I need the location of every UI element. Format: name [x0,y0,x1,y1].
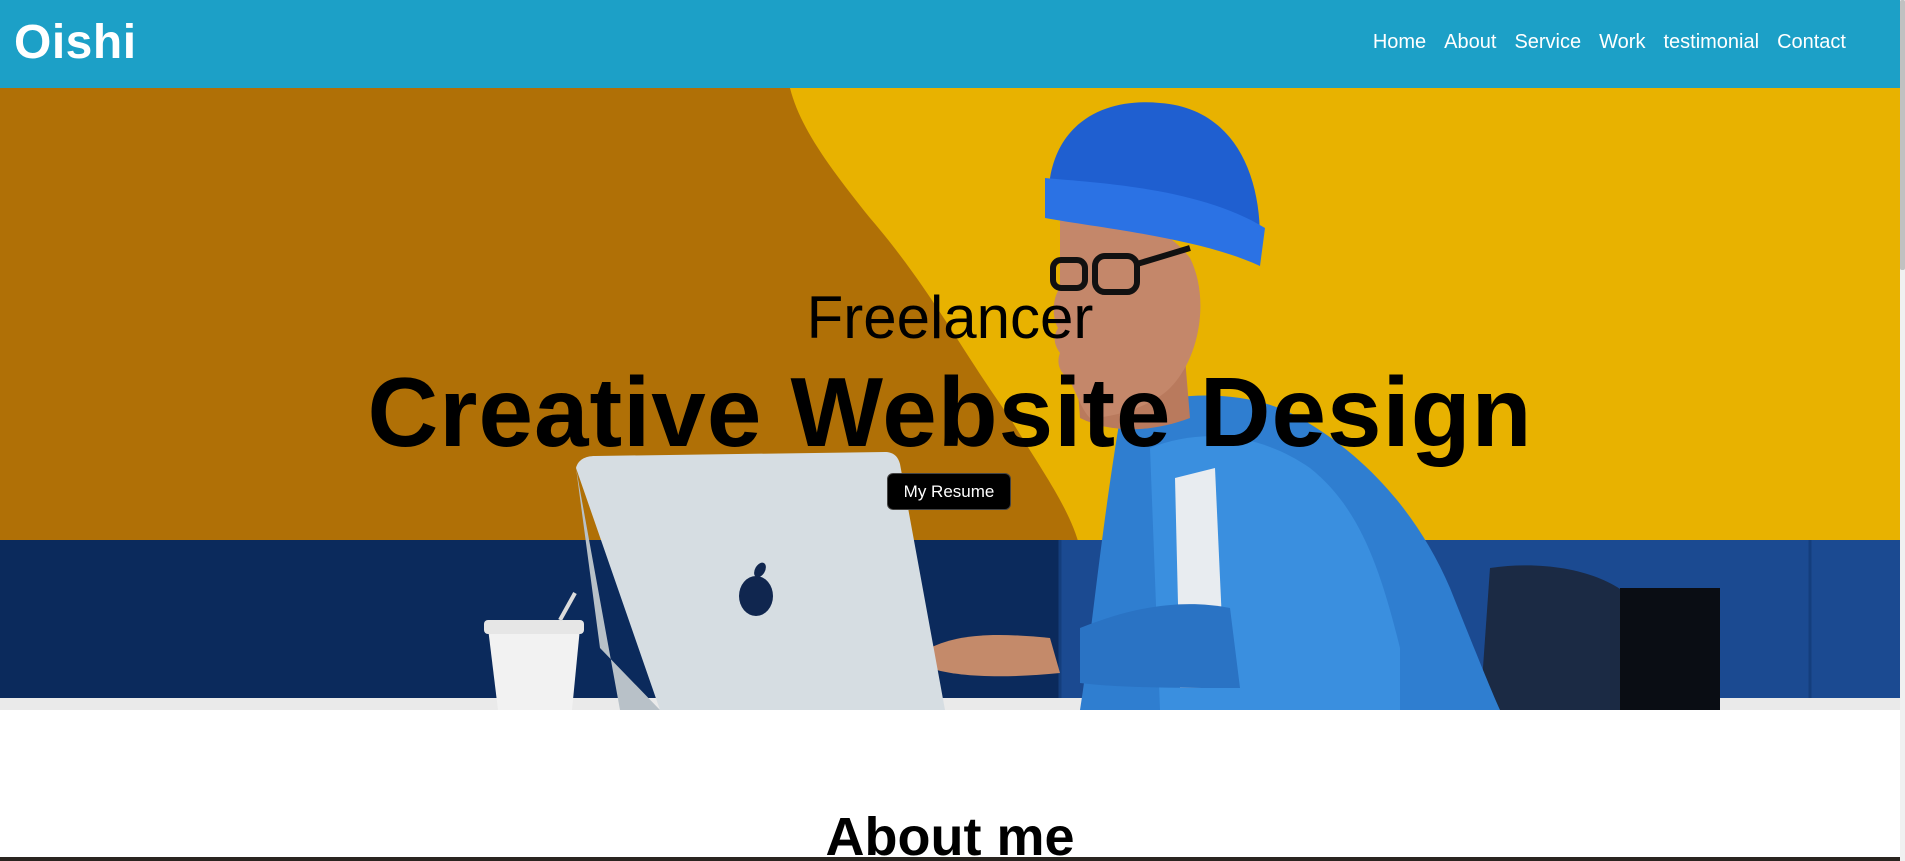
nav-link-contact[interactable]: Contact [1777,31,1846,54]
main-nav: Home About Service Work testimonial Cont… [1373,31,1846,54]
my-resume-button[interactable]: My Resume [887,473,1011,510]
section-divider [0,857,1905,861]
hero-section: Freelancer Creative Website Design My Re… [0,88,1900,710]
nav-link-about[interactable]: About [1444,31,1496,54]
nav-link-home[interactable]: Home [1373,31,1426,54]
page-scrollbar[interactable] [1900,0,1905,861]
page: Oishi Home About Service Work testimonia… [0,0,1905,861]
site-logo[interactable]: Oishi [14,15,137,70]
navbar: Oishi Home About Service Work testimonia… [0,0,1900,88]
hero-content: Freelancer Creative Website Design My Re… [0,88,1900,710]
scrollbar-thumb[interactable] [1900,0,1905,270]
nav-link-service[interactable]: Service [1514,31,1581,54]
hero-subtitle: Freelancer [806,284,1094,351]
hero-title: Creative Website Design [367,357,1533,467]
about-section-title: About me [825,807,1075,861]
nav-link-work[interactable]: Work [1599,31,1645,54]
nav-link-testimonial[interactable]: testimonial [1663,31,1759,54]
